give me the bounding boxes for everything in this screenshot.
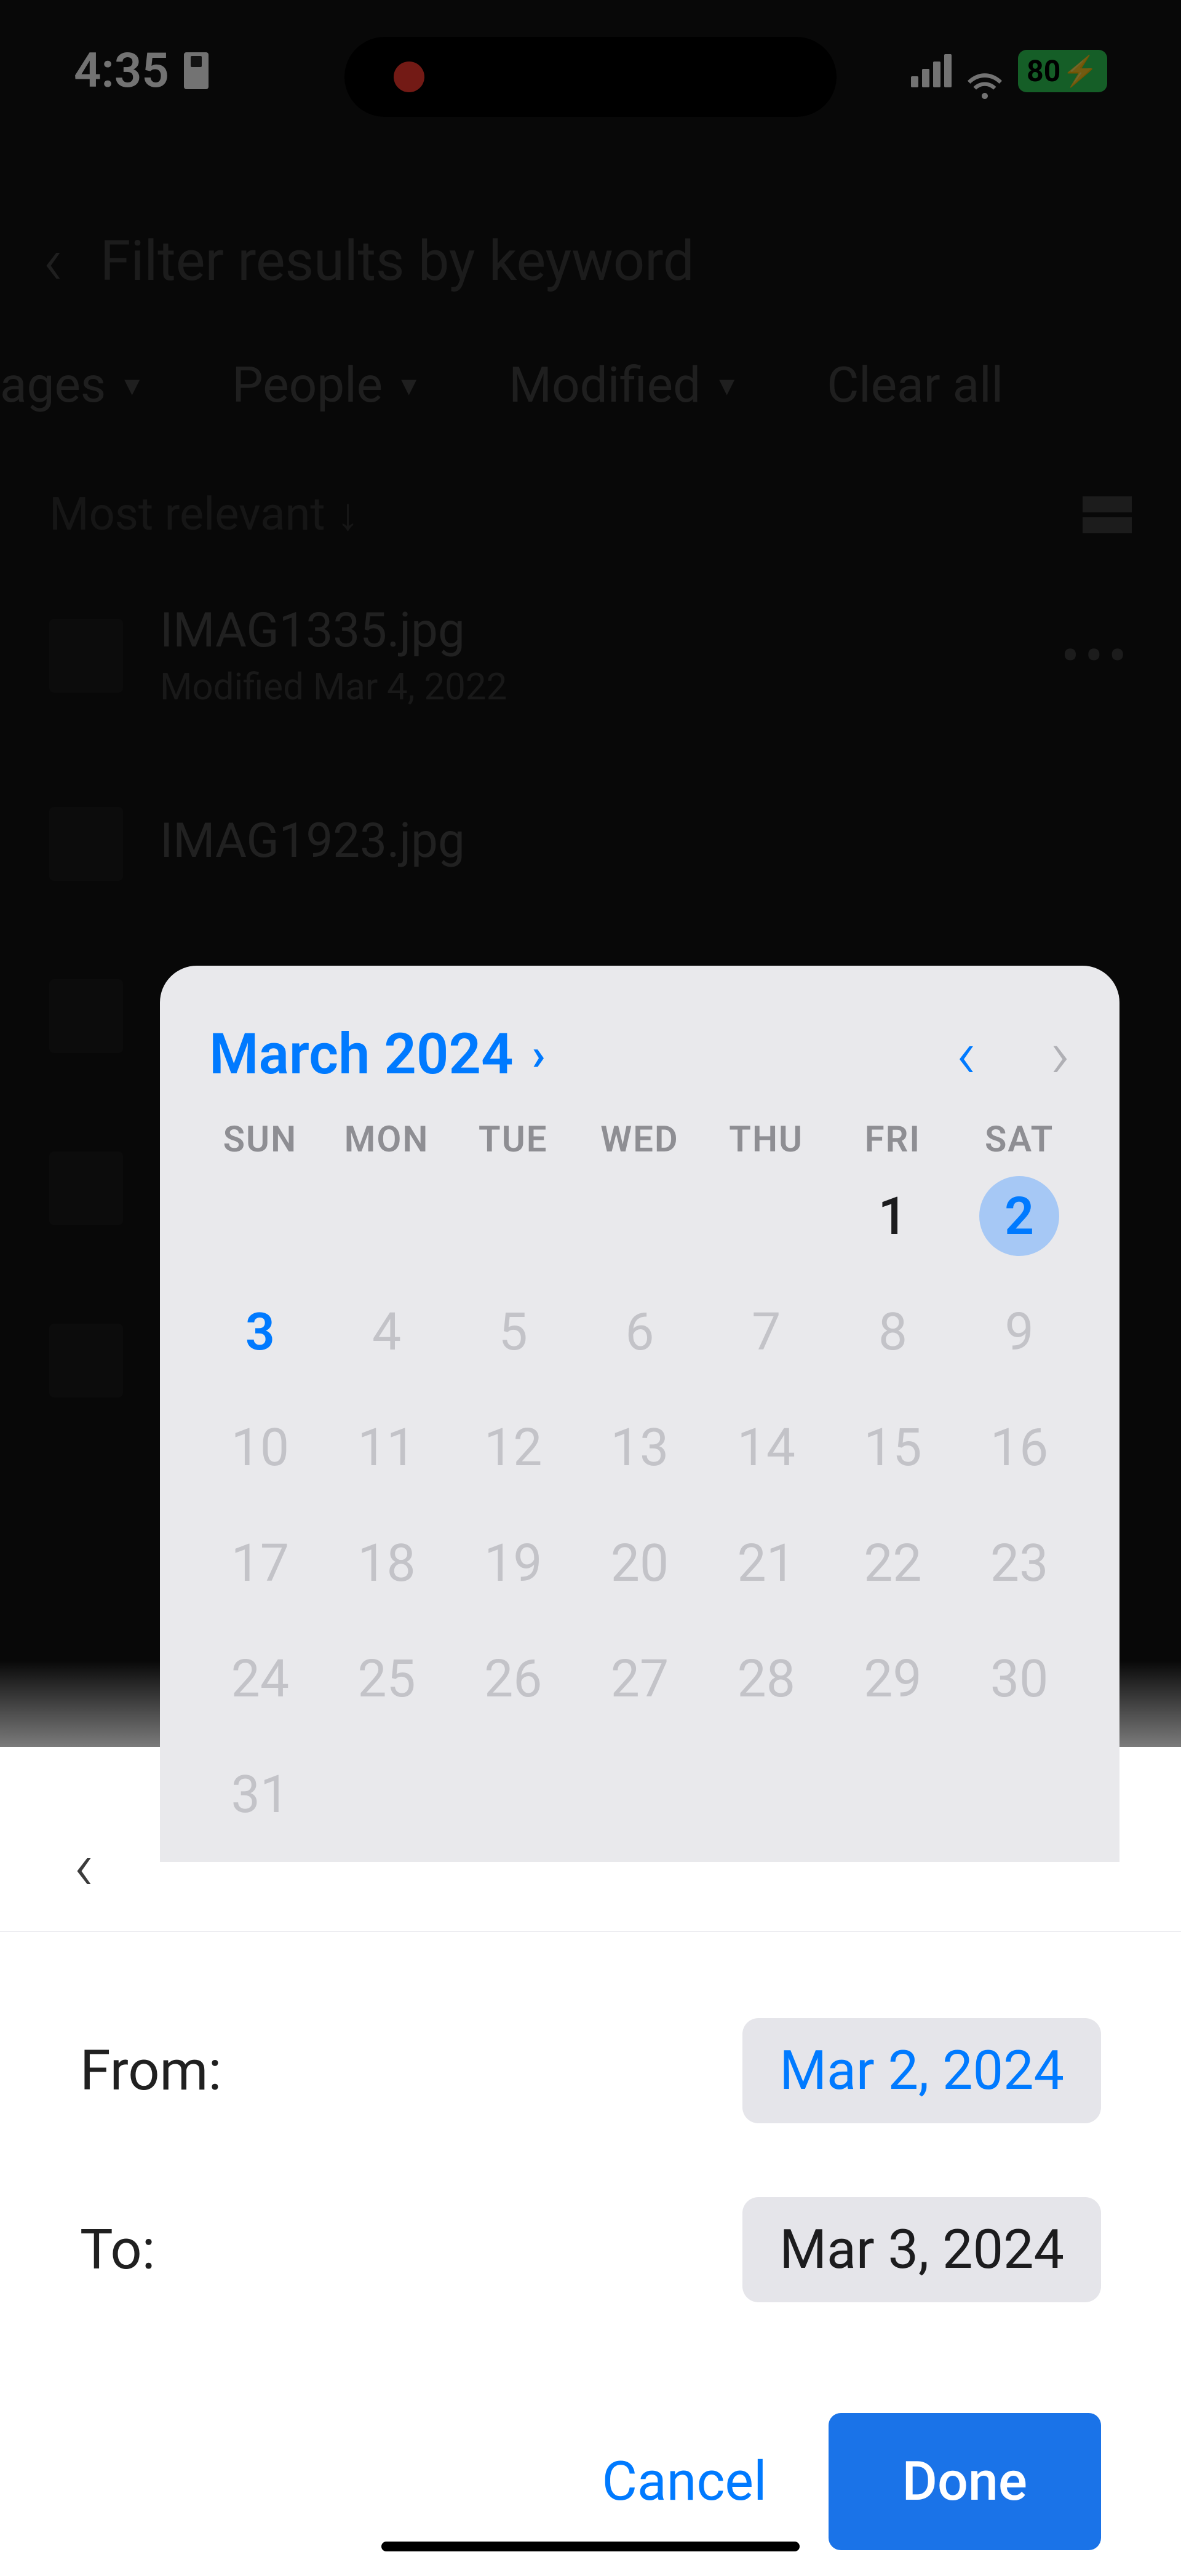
divider — [0, 1931, 1181, 1932]
calendar-popover: March 2024 › ‹ › SUN MON TUE WED THU FRI… — [160, 966, 1119, 1862]
calendar-day[interactable]: 15 — [830, 1404, 956, 1490]
done-button[interactable]: Done — [829, 2413, 1102, 2550]
calendar-day[interactable]: 9 — [956, 1289, 1083, 1375]
calendar-day[interactable]: 10 — [197, 1404, 324, 1490]
calendar-day[interactable]: 27 — [576, 1636, 703, 1722]
calendar-day[interactable]: 7 — [703, 1289, 830, 1375]
calendar-day[interactable]: 21 — [703, 1520, 830, 1606]
calendar-grid: 1234567891011121314151617181920212223242… — [197, 1173, 1083, 1837]
weekday-label: FRI — [830, 1119, 956, 1161]
to-label: To: — [80, 2217, 155, 2282]
calendar-day[interactable]: 24 — [197, 1636, 324, 1722]
weekday-label: TUE — [450, 1119, 576, 1161]
calendar-day — [830, 1751, 956, 1837]
phone-frame: ‹ Filter results by keyword ages ▾ Peopl… — [0, 0, 1181, 2576]
calendar-day — [324, 1173, 450, 1259]
calendar-day — [324, 1751, 450, 1837]
weekday-label: SUN — [197, 1119, 324, 1161]
calendar-day[interactable]: 25 — [324, 1636, 450, 1722]
sheet-back-button[interactable]: ‹ — [74, 1827, 94, 1906]
home-indicator[interactable] — [381, 2542, 800, 2551]
calendar-day — [956, 1751, 1083, 1837]
calendar-day — [576, 1173, 703, 1259]
calendar-day[interactable]: 23 — [956, 1520, 1083, 1606]
calendar-day[interactable]: 17 — [197, 1520, 324, 1606]
calendar-day[interactable]: 4 — [324, 1289, 450, 1375]
calendar-day — [703, 1173, 830, 1259]
from-label: From: — [80, 2038, 221, 2103]
calendar-weekdays: SUN MON TUE WED THU FRI SAT — [197, 1119, 1083, 1161]
to-row: To: Mar 3, 2024 — [0, 2160, 1181, 2339]
weekday-label: SAT — [956, 1119, 1083, 1161]
next-month-button[interactable]: › — [1050, 1015, 1070, 1094]
calendar-day[interactable]: 1 — [830, 1173, 956, 1259]
calendar-day[interactable]: 20 — [576, 1520, 703, 1606]
calendar-day[interactable]: 6 — [576, 1289, 703, 1375]
calendar-day[interactable]: 13 — [576, 1404, 703, 1490]
calendar-day[interactable]: 16 — [956, 1404, 1083, 1490]
calendar-day[interactable]: 8 — [830, 1289, 956, 1375]
calendar-day[interactable]: 26 — [450, 1636, 576, 1722]
weekday-label: WED — [576, 1119, 703, 1161]
calendar-day[interactable]: 31 — [197, 1751, 324, 1837]
calendar-day[interactable]: 2 — [956, 1173, 1083, 1259]
calendar-day — [450, 1173, 576, 1259]
weekday-label: MON — [324, 1119, 450, 1161]
cancel-button[interactable]: Cancel — [602, 2450, 767, 2513]
calendar-nav: ‹ › — [956, 1015, 1070, 1094]
calendar-day[interactable]: 19 — [450, 1520, 576, 1606]
calendar-day[interactable]: 29 — [830, 1636, 956, 1722]
prev-month-button[interactable]: ‹ — [956, 1015, 976, 1094]
calendar-day[interactable]: 18 — [324, 1520, 450, 1606]
calendar-day — [197, 1173, 324, 1259]
to-value-chip[interactable]: Mar 3, 2024 — [742, 2197, 1101, 2302]
weekday-label: THU — [703, 1119, 830, 1161]
calendar-month-label: March 2024 — [209, 1022, 514, 1087]
calendar-day — [703, 1751, 830, 1837]
from-value-chip[interactable]: Mar 2, 2024 — [742, 2018, 1101, 2123]
calendar-day[interactable]: 30 — [956, 1636, 1083, 1722]
calendar-day[interactable]: 22 — [830, 1520, 956, 1606]
sheet-actions: Cancel Done — [0, 2339, 1181, 2550]
from-row: From: Mar 2, 2024 — [0, 1981, 1181, 2160]
calendar-day[interactable]: 12 — [450, 1404, 576, 1490]
calendar-day[interactable]: 3 — [197, 1289, 324, 1375]
date-range-sheet: ‹ From: Mar 2, 2024 To: Mar 3, 2024 Canc… — [0, 1747, 1181, 2576]
calendar-day[interactable]: 11 — [324, 1404, 450, 1490]
calendar-day[interactable]: 5 — [450, 1289, 576, 1375]
calendar-day[interactable]: 28 — [703, 1636, 830, 1722]
calendar-month-button[interactable]: March 2024 › — [209, 1022, 545, 1087]
calendar-header: March 2024 › ‹ › — [197, 1003, 1083, 1119]
calendar-day — [450, 1751, 576, 1837]
calendar-day — [576, 1751, 703, 1837]
chevron-right-icon: › — [532, 1028, 546, 1081]
calendar-day[interactable]: 14 — [703, 1404, 830, 1490]
